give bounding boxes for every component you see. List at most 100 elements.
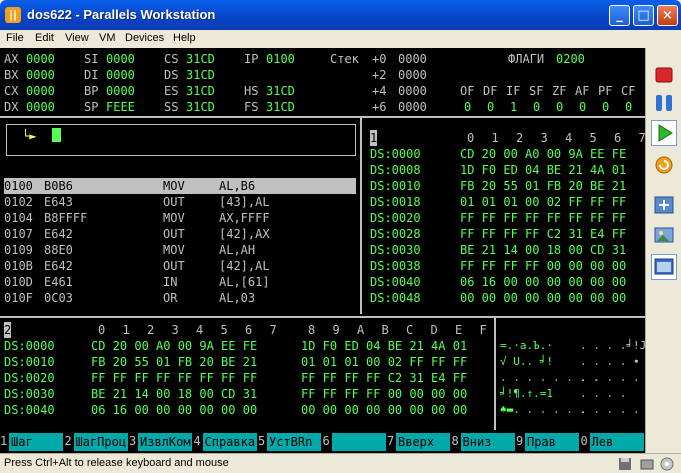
dump2-ascii-low: √ U.. ╛!	[500, 355, 553, 368]
disasm-mnemonic: OUT	[163, 195, 185, 209]
fullscreen-icon[interactable]	[651, 192, 677, 218]
fkey-number: 7	[387, 434, 395, 448]
fkey-2[interactable]: 2 ШагПроц	[65, 433, 129, 451]
hdd-icon[interactable]	[640, 457, 654, 471]
menu-view[interactable]: View	[65, 32, 89, 44]
register-value: FEEE	[106, 100, 135, 114]
disasm-operands: [43],AL	[219, 195, 270, 209]
disasm-bytes: 88E0	[44, 243, 73, 257]
dump2-ascii-high: . . . . . . 1 .	[580, 371, 640, 384]
dump1-column-header: 4	[565, 131, 573, 145]
play-icon[interactable]	[651, 120, 677, 146]
register-value: 0000	[26, 52, 55, 66]
disasm-mnemonic: MOV	[163, 178, 185, 194]
window-title: dos622 - Parallels Workstation	[27, 7, 216, 22]
flag-name: AF	[575, 84, 590, 98]
flags-value: 0200	[556, 52, 585, 66]
fkey-1[interactable]: 1 Шаг	[0, 433, 64, 451]
menu-vm[interactable]: VM	[99, 32, 116, 44]
fkey-number: 2	[64, 434, 72, 448]
floppy-icon[interactable]	[618, 457, 632, 471]
dump2-address: DS:0040	[4, 403, 55, 417]
dump1-column-header: 3	[540, 131, 548, 145]
disasm-mnemonic: OUT	[163, 227, 185, 241]
title-bar: || dos622 - Parallels Workstation _ □ ×	[0, 0, 681, 30]
fkey-label: Справка	[202, 433, 257, 451]
register-name: BX	[4, 68, 19, 82]
vm-toolbar	[645, 48, 681, 453]
menu-file[interactable]: File	[6, 32, 24, 44]
dump2-column-header: E	[455, 323, 463, 337]
stop-icon[interactable]	[651, 62, 677, 88]
disasm-mnemonic: MOV	[163, 211, 185, 225]
disasm-mnemonic: OR	[163, 291, 178, 305]
menu-devices[interactable]: Devices	[125, 32, 164, 44]
dump2-column-header: 1	[122, 323, 130, 337]
disasm-address: 0107	[4, 227, 33, 241]
dump1-address: DS:0018	[370, 195, 421, 209]
minimize-button[interactable]: _	[609, 5, 630, 26]
fkey-label: УстBRn	[267, 433, 321, 451]
register-value: 31CD	[186, 84, 215, 98]
fkey-6[interactable]: 6	[323, 433, 387, 451]
screenshot-icon[interactable]	[651, 222, 677, 248]
dump2-column-header: 0	[98, 323, 106, 337]
fkey-9[interactable]: 9 Прав	[516, 433, 580, 451]
stack-offset: +4	[372, 84, 387, 98]
dump1-column-header: 0	[467, 131, 475, 145]
register-name: IP	[244, 52, 259, 66]
dump2-ascii-low: ╛!¶.↑.=1	[500, 387, 553, 400]
register-name: DS	[164, 68, 179, 82]
fkey-5[interactable]: 5 УстBRn	[258, 433, 322, 451]
menu-help[interactable]: Help	[173, 32, 196, 44]
disasm-address: 010B	[4, 259, 33, 273]
fkey-3[interactable]: 3 ИзвлКом	[129, 433, 193, 451]
disasm-address: 0104	[4, 211, 33, 225]
dump1-bytes: CD 20 00 A0 00 9A EE FE	[460, 147, 627, 161]
register-value: 0000	[106, 68, 135, 82]
dump2-column-header: C	[406, 323, 414, 337]
register-value: 31CD	[186, 100, 215, 114]
cdrom-icon[interactable]	[660, 457, 674, 471]
disasm-operands: AX,FFFF	[219, 211, 270, 225]
pause-icon[interactable]	[651, 90, 677, 116]
disasm-bytes: E642	[44, 259, 73, 273]
flags-label: ФЛАГИ	[508, 52, 545, 66]
command-cursor[interactable]	[52, 128, 61, 142]
dump1-bytes: FB 20 55 01 FB 20 BE 21	[460, 179, 627, 193]
dump1-bytes: FF FF FF FF FF FF FF FF	[460, 211, 627, 225]
register-value: 31CD	[186, 52, 215, 66]
close-button[interactable]: ×	[657, 5, 678, 26]
dump1-bytes: 06 16 00 00 00 00 00 00	[460, 275, 627, 289]
dump1-bytes: 00 00 00 00 00 00 00 00	[460, 291, 627, 305]
register-value: 0000	[26, 68, 55, 82]
fkey-number: 5	[258, 434, 266, 448]
dump-separator	[0, 316, 645, 318]
menu-edit[interactable]: Edit	[35, 32, 54, 44]
dump2-ascii-low: ♠▬. . . . . .	[500, 403, 587, 416]
register-value: 0000	[26, 100, 55, 114]
flag-name: CF	[621, 84, 636, 98]
fkey-8[interactable]: 8 Вниз	[452, 433, 516, 451]
stack-value: 0000	[398, 100, 427, 114]
flag-value: 0	[556, 100, 564, 114]
prompt-arrow-icon: └►	[22, 129, 37, 143]
fkey-0[interactable]: 0 Лев	[581, 433, 645, 451]
flag-value: 0	[579, 100, 587, 114]
disasm-bytes: B8FFFF	[44, 211, 88, 225]
vm-screen[interactable]: AX 0000 SI 0000 CS 31CD IP 0100 BX 0000 DI 0000 DS 31…	[0, 48, 645, 453]
disasm-operands: AL,B6	[219, 178, 256, 194]
dump2-bytes-low: FB 20 55 01 FB 20 BE 21	[91, 355, 258, 369]
fkey-7[interactable]: 7 Вверх	[387, 433, 451, 451]
reset-icon[interactable]	[651, 152, 677, 178]
disasm-operands: [42],AX	[219, 227, 270, 241]
disasm-bytes: E642	[44, 227, 73, 241]
dump1-bytes: FF FF FF FF 00 00 00 00	[460, 259, 627, 273]
window-icon[interactable]	[651, 254, 677, 280]
disasm-address: 0100	[4, 178, 33, 194]
dump2-column-header: F	[479, 323, 487, 337]
register-name: AX	[4, 52, 19, 66]
flag-name: DF	[483, 84, 498, 98]
fkey-4[interactable]: 4 Справка	[194, 433, 258, 451]
maximize-button[interactable]: □	[633, 5, 654, 26]
